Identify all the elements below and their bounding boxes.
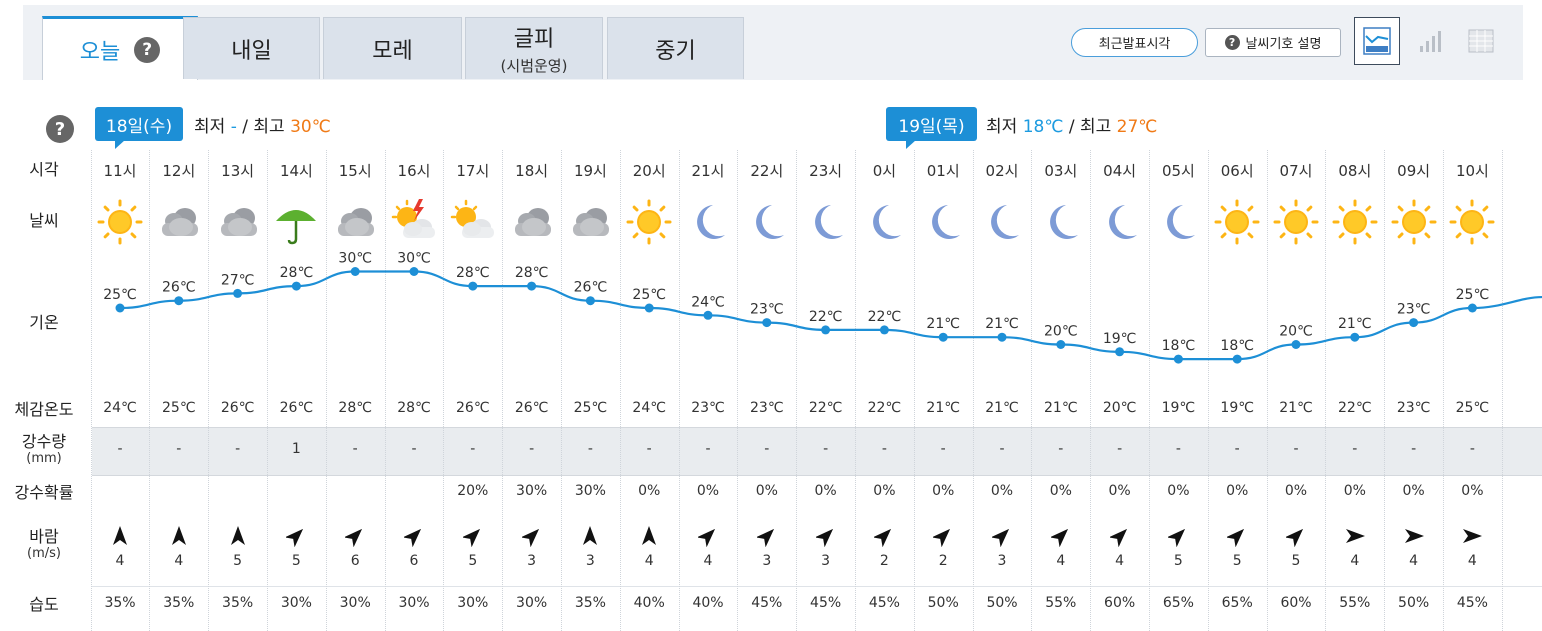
- temperature-label: 28℃: [280, 265, 314, 281]
- temperature-point: [233, 288, 243, 298]
- temperature-label: 18℃: [1220, 338, 1254, 354]
- temperature-point: [468, 281, 478, 291]
- temperature-point: [527, 281, 537, 291]
- temperature-label: 30℃: [338, 251, 372, 267]
- temperature-label: 28℃: [515, 265, 549, 281]
- temperature-point: [644, 303, 654, 313]
- temperature-label: 22℃: [809, 309, 843, 325]
- temperature-label: 28℃: [456, 265, 490, 281]
- temperature-label: 24℃: [691, 294, 725, 310]
- temperature-label: 26℃: [574, 280, 608, 296]
- temperature-point: [1056, 340, 1066, 349]
- temperature-label: 22℃: [868, 309, 902, 325]
- temperature-label: 20℃: [1044, 324, 1078, 340]
- temperature-label: 21℃: [1338, 316, 1372, 332]
- temperature-point: [1409, 318, 1419, 328]
- temperature-label: 20℃: [1279, 324, 1313, 340]
- temperature-label: 25℃: [1456, 287, 1490, 303]
- temperature-point: [1467, 303, 1477, 313]
- temperature-point: [879, 325, 889, 335]
- temperature-point: [585, 296, 595, 306]
- temperature-label: 23℃: [750, 302, 784, 318]
- temperature-label: 21℃: [985, 316, 1019, 332]
- temperature-point: [115, 303, 125, 313]
- temperature-point: [703, 310, 713, 320]
- temperature-label: 23℃: [1397, 302, 1431, 318]
- temperature-label: 27℃: [221, 272, 255, 288]
- temperature-point: [1115, 347, 1125, 357]
- temperature-label: 21℃: [926, 316, 960, 332]
- temperature-label: 25℃: [632, 287, 666, 303]
- temperature-point: [821, 325, 831, 335]
- temperature-label: 19℃: [1103, 331, 1137, 347]
- temperature-label: 26℃: [162, 280, 196, 296]
- temperature-point: [409, 267, 419, 276]
- temperature-point: [938, 332, 948, 342]
- temperature-label: 25℃: [103, 287, 137, 303]
- temperature-point: [997, 332, 1007, 342]
- temperature-point: [174, 296, 184, 306]
- temperature-label: 18℃: [1162, 338, 1196, 354]
- temperature-point: [350, 267, 360, 276]
- temperature-graph: 25℃ 26℃ 27℃ 28℃ 30℃ 30℃ 28℃ 28℃ 26℃ 25℃ 24℃ 23℃ 22℃ 2…: [103, 251, 1542, 364]
- temperature-point: [1173, 354, 1183, 364]
- temperature-point: [1291, 340, 1301, 349]
- temperature-label: 30℃: [397, 251, 431, 267]
- temperature-point: [1350, 332, 1360, 342]
- temperature-point: [1232, 354, 1242, 364]
- temperature-point: [291, 281, 301, 291]
- temperature-point: [762, 318, 772, 328]
